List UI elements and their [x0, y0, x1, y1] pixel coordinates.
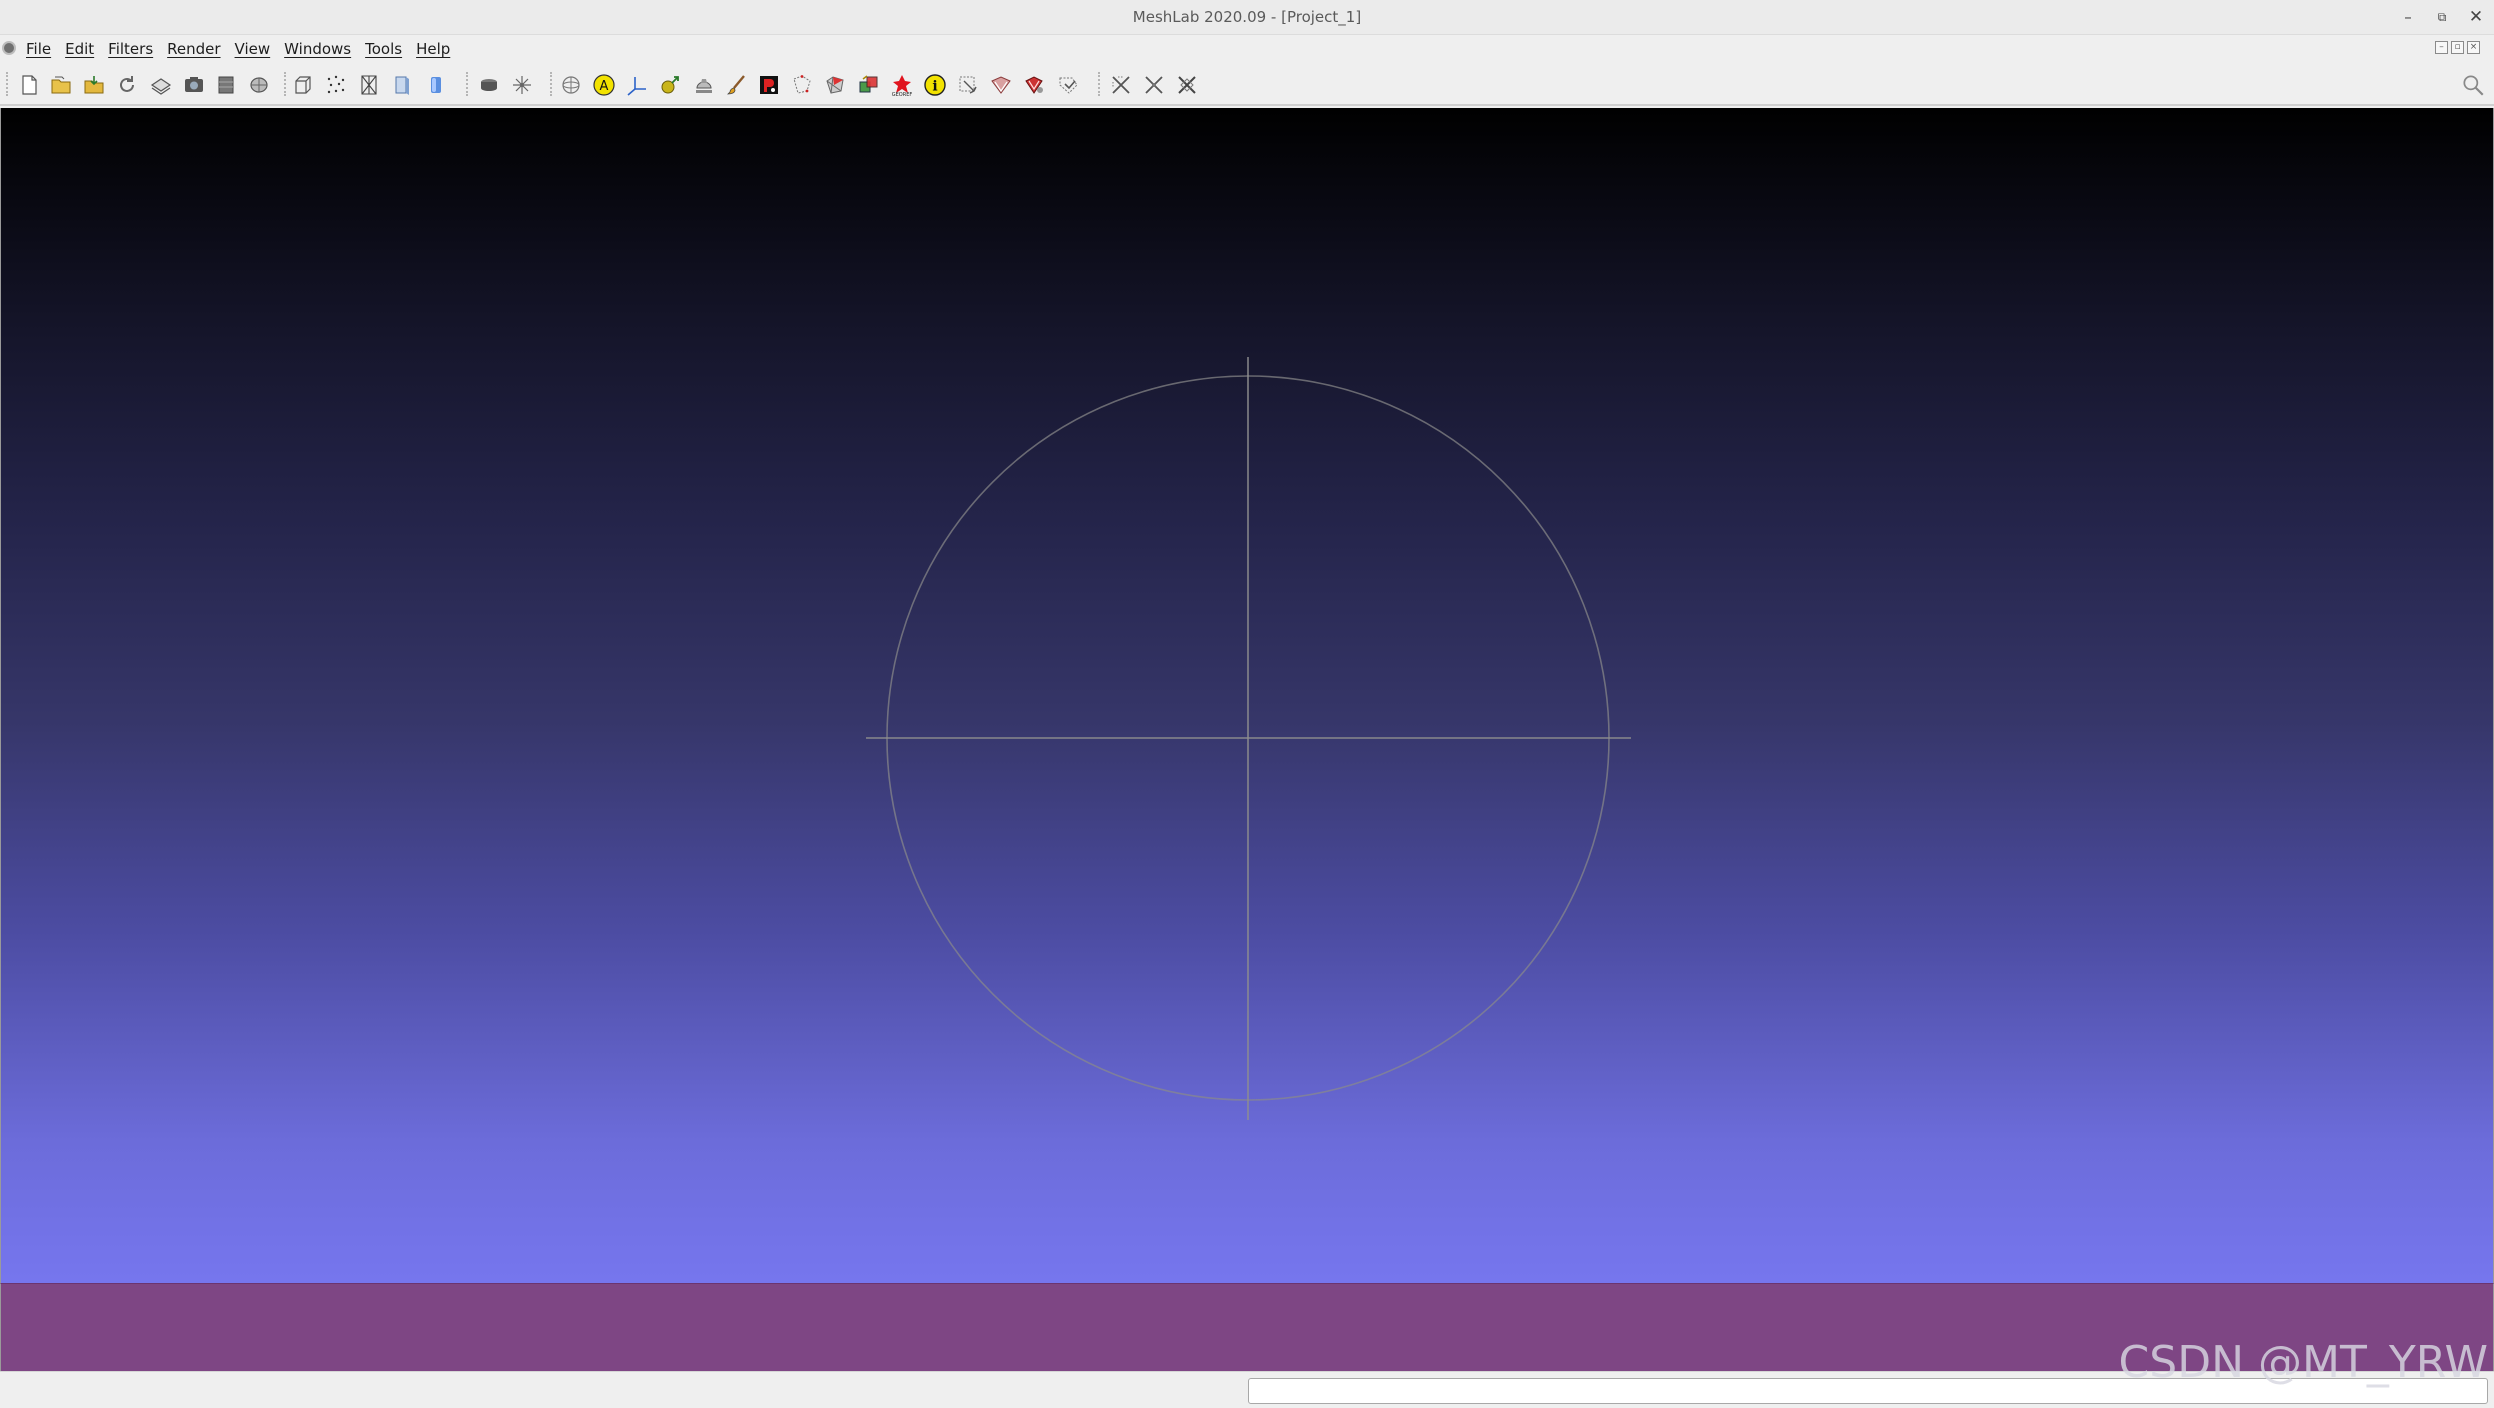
watermark: CSDN @MT_YRW — [2118, 1337, 2488, 1388]
select-vertices-icon[interactable] — [789, 72, 815, 98]
georef-icon[interactable]: GEOREF — [889, 72, 915, 98]
menu-edit[interactable]: Edit — [65, 36, 94, 62]
toolbar-handle[interactable] — [284, 72, 288, 96]
layers-dialog-icon[interactable] — [476, 72, 502, 98]
window-title: MeshLab 2020.09 - [Project_1] — [1132, 8, 1362, 26]
measure-icon[interactable] — [1055, 72, 1081, 98]
raster-icon[interactable] — [246, 72, 272, 98]
select-z-painting-icon[interactable] — [988, 72, 1014, 98]
menu-list: File Edit Filters Render View Windows To… — [26, 36, 464, 62]
annotation-icon[interactable]: A — [591, 72, 617, 98]
smooth-icon[interactable] — [423, 72, 449, 98]
maximize-button[interactable]: ⧉ — [2430, 6, 2454, 30]
title-bar: MeshLab 2020.09 - [Project_1] – ⧉ ✕ — [0, 0, 2494, 35]
select-faces-icon[interactable] — [822, 72, 848, 98]
svg-text:i: i — [932, 79, 937, 95]
menu-filters[interactable]: Filters — [108, 36, 153, 62]
trackball-icon[interactable] — [558, 72, 584, 98]
menu-bar: File Edit Filters Render View Windows To… — [0, 36, 2494, 62]
main-toolbar: A GEOREF i — [0, 62, 2494, 106]
snapshot-icon[interactable] — [181, 72, 207, 98]
menu-help[interactable]: Help — [416, 36, 450, 62]
minimize-button[interactable]: – — [2396, 6, 2420, 30]
delete-faces-icon[interactable] — [1174, 72, 1200, 98]
reload-icon[interactable] — [114, 72, 140, 98]
select-connected-icon[interactable] — [955, 72, 981, 98]
toolbar-handle[interactable] — [550, 72, 554, 96]
delete-selected-icon[interactable] — [1108, 72, 1134, 98]
delete-vertices-icon[interactable] — [1141, 72, 1167, 98]
menu-file[interactable]: File — [26, 36, 51, 62]
import-mesh-icon[interactable] — [81, 72, 107, 98]
manipulator-icon[interactable] — [657, 72, 683, 98]
select-faces-painted-icon[interactable] — [1021, 72, 1047, 98]
align-icon[interactable] — [856, 72, 882, 98]
search-icon[interactable] — [2460, 72, 2486, 98]
menu-tools[interactable]: Tools — [365, 36, 402, 62]
menu-view[interactable]: View — [235, 36, 271, 62]
open-project-icon[interactable] — [48, 72, 74, 98]
close-button[interactable]: ✕ — [2464, 6, 2488, 30]
info-icon[interactable]: i — [922, 72, 948, 98]
decorate-icon[interactable] — [509, 72, 535, 98]
mdi-restore-button[interactable]: ▫ — [2451, 41, 2464, 54]
menu-windows[interactable]: Windows — [284, 36, 351, 62]
layer-icon[interactable] — [213, 72, 239, 98]
app-menu-icon[interactable] — [2, 41, 16, 55]
toolbar-handle[interactable] — [466, 72, 470, 96]
export-mesh-icon[interactable] — [148, 72, 174, 98]
svg-text:A: A — [600, 79, 609, 94]
pick-points-icon[interactable] — [756, 72, 782, 98]
points-icon[interactable] — [323, 72, 349, 98]
mdi-minimize-button[interactable]: – — [2435, 41, 2448, 54]
paint-brush-icon[interactable] — [723, 72, 749, 98]
texture-icon[interactable] — [691, 72, 717, 98]
bbox-icon[interactable] — [290, 72, 316, 98]
trackball-gizmo — [866, 357, 1631, 1120]
new-project-icon[interactable] — [16, 72, 42, 98]
flat-icon[interactable] — [389, 72, 415, 98]
mdi-close-button[interactable]: × — [2467, 41, 2480, 54]
3d-viewport[interactable] — [0, 108, 2494, 1283]
axis-icon[interactable] — [624, 72, 650, 98]
menu-render[interactable]: Render — [167, 36, 220, 62]
wireframe-icon[interactable] — [356, 72, 382, 98]
svg-text:GEOREF: GEOREF — [892, 92, 913, 97]
toolbar-handle[interactable] — [1098, 72, 1102, 96]
toolbar-handle[interactable] — [6, 72, 10, 96]
